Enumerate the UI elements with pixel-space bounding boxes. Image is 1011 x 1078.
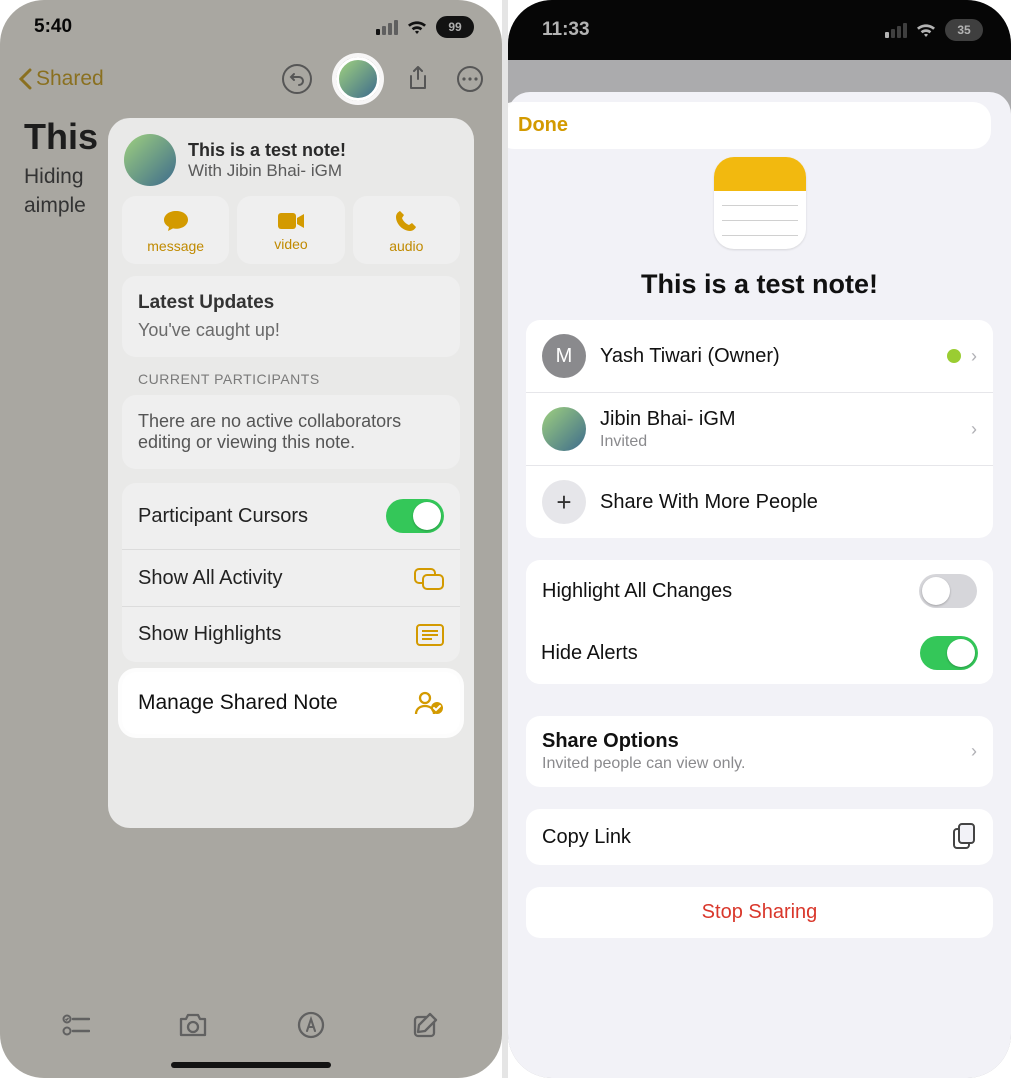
owner-row[interactable]: M Yash Tiwari (Owner) › xyxy=(526,320,993,392)
chevron-left-icon xyxy=(18,68,32,90)
status-time: 5:40 xyxy=(34,16,72,38)
options-group: Highlight All Changes Hide Alerts xyxy=(526,560,993,684)
message-icon xyxy=(163,210,189,232)
manage-shared-note-row[interactable]: Manage Shared Note xyxy=(122,672,460,734)
back-label: Shared xyxy=(36,67,104,91)
copy-link-group: Copy Link xyxy=(526,809,993,865)
battery-icon: 35 xyxy=(945,19,983,41)
nav-bar: Shared xyxy=(0,54,502,104)
hide-alerts-toggle[interactable] xyxy=(920,636,978,670)
share-icon[interactable] xyxy=(404,65,432,93)
status-bar: 5:40 99 xyxy=(0,0,502,54)
manage-sheet: Done This is a test note! M Yash Tiwari … xyxy=(508,92,1011,1078)
audio-button[interactable]: audio xyxy=(353,196,460,264)
invitee-avatar xyxy=(542,407,586,451)
battery-icon: 99 xyxy=(436,16,474,38)
show-activity-row[interactable]: Show All Activity xyxy=(122,549,460,606)
options-list: Participant Cursors Show All Activity Sh… xyxy=(122,483,460,662)
popover-title: This is a test note! xyxy=(188,140,346,161)
stop-sharing-row[interactable]: Stop Sharing xyxy=(526,887,993,938)
participant-cursors-row[interactable]: Participant Cursors xyxy=(122,483,460,549)
checklist-icon[interactable] xyxy=(62,1013,90,1037)
participants-card: There are no active collaborators editin… xyxy=(122,395,460,469)
camera-icon[interactable] xyxy=(177,1012,209,1038)
wifi-icon xyxy=(915,22,937,38)
online-dot-icon xyxy=(947,349,961,363)
share-options-row[interactable]: Share Options Invited people can view on… xyxy=(526,716,993,787)
latest-updates-card[interactable]: Latest Updates You've caught up! xyxy=(122,276,460,357)
right-screenshot: 11:33 35 Done This is a test note! xyxy=(508,0,1011,1078)
stop-sharing-group: Stop Sharing xyxy=(526,887,993,938)
highlight-changes-row[interactable]: Highlight All Changes xyxy=(526,560,993,622)
copy-icon xyxy=(951,823,977,851)
more-icon[interactable] xyxy=(456,65,484,93)
wifi-icon xyxy=(406,19,428,35)
phone-icon xyxy=(395,210,417,232)
popover-subtitle: With Jibin Bhai- iGM xyxy=(188,161,346,181)
cursors-toggle[interactable] xyxy=(386,499,444,533)
chevron-right-icon: › xyxy=(971,419,977,440)
share-more-row[interactable]: + Share With More People xyxy=(526,465,993,538)
status-bar: 11:33 35 xyxy=(508,0,1011,60)
video-icon xyxy=(277,212,305,230)
compose-icon[interactable] xyxy=(412,1011,440,1039)
activity-icon xyxy=(414,566,444,590)
popover-avatar xyxy=(124,134,176,186)
done-button[interactable]: Done xyxy=(508,106,987,145)
invitee-row[interactable]: Jibin Bhai- iGM Invited › xyxy=(526,392,993,465)
undo-icon[interactable] xyxy=(282,64,312,94)
hide-alerts-row[interactable]: Hide Alerts xyxy=(526,622,993,684)
show-highlights-row[interactable]: Show Highlights xyxy=(122,606,460,662)
chevron-right-icon: › xyxy=(971,741,977,762)
highlights-icon xyxy=(416,624,444,646)
collaborator-avatar[interactable] xyxy=(336,57,380,101)
cellular-icon xyxy=(376,20,398,35)
markup-icon[interactable] xyxy=(297,1011,325,1039)
video-button[interactable]: video xyxy=(237,196,344,264)
message-button[interactable]: message xyxy=(122,196,229,264)
notes-app-icon xyxy=(714,157,806,249)
home-indicator[interactable] xyxy=(171,1062,331,1068)
back-button[interactable]: Shared xyxy=(18,67,104,91)
sheet-title: This is a test note! xyxy=(516,261,1003,320)
people-group: M Yash Tiwari (Owner) › Jibin Bhai- iGM … xyxy=(526,320,993,538)
manage-icon xyxy=(414,690,444,716)
chevron-right-icon: › xyxy=(971,346,977,367)
owner-avatar: M xyxy=(542,334,586,378)
left-screenshot: 5:40 99 Shared This Hiding xyxy=(0,0,502,1078)
copy-link-row[interactable]: Copy Link xyxy=(526,809,993,865)
collaboration-popover: This is a test note! With Jibin Bhai- iG… xyxy=(108,118,474,828)
participants-caption: CURRENT PARTICIPANTS xyxy=(138,371,460,387)
highlight-changes-toggle[interactable] xyxy=(919,574,977,608)
plus-icon: + xyxy=(542,480,586,524)
status-time: 11:33 xyxy=(542,19,590,41)
share-options-group: Share Options Invited people can view on… xyxy=(526,716,993,787)
cellular-icon xyxy=(885,23,907,38)
